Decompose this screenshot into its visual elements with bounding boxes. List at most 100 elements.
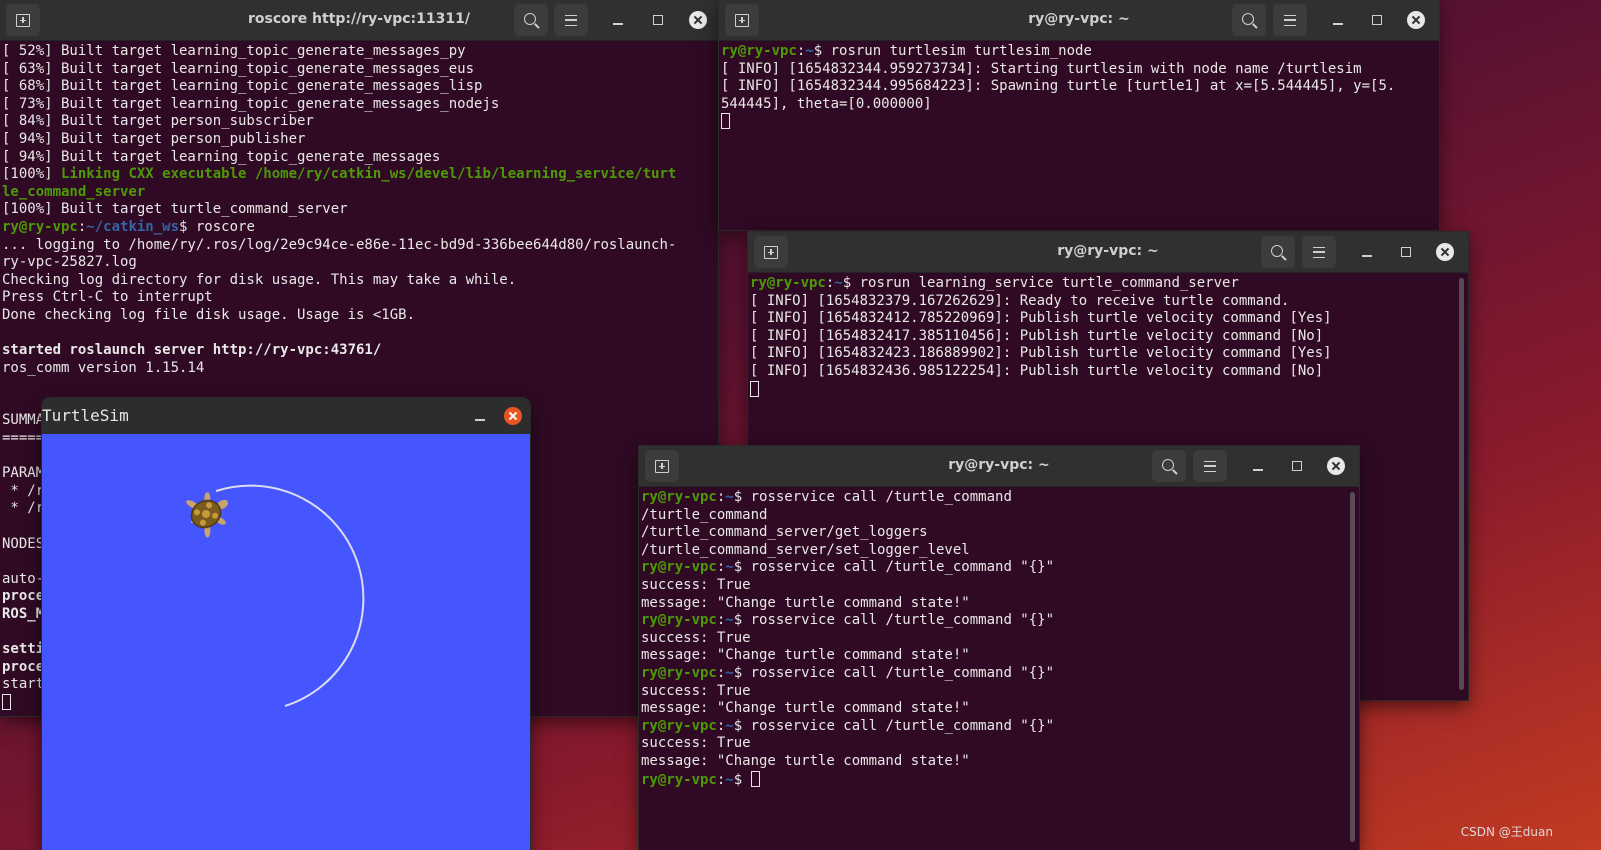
terminal-text: SUMMA — [2, 412, 45, 429]
terminal-text: ===== — [2, 430, 45, 447]
terminal-line: ... logging to /home/ry/.ros/log/2e9c94c… — [2, 237, 716, 255]
rosservice-terminal-window[interactable]: ry@ry-vpc: ~ ry@ry-vpc:~$ rosservice cal… — [639, 446, 1359, 850]
new-tab-icon — [764, 245, 778, 259]
menu-button[interactable] — [1273, 4, 1307, 36]
turtlesim-titlebar[interactable]: TurtleSim — [42, 398, 530, 434]
text-cursor — [750, 770, 760, 787]
terminal-text: setti — [2, 641, 45, 658]
terminal-output[interactable]: ry@ry-vpc:~$ rosrun learning_service tur… — [748, 273, 1468, 398]
terminal-line: Checking log directory for disk usage. T… — [2, 272, 716, 290]
terminal-line — [750, 380, 1466, 399]
terminal-line: 544445], theta=[0.000000] — [721, 96, 1437, 114]
terminal-line: [ INFO] [1654832379.167262629]: Ready to… — [750, 293, 1466, 311]
watermark: CSDN @王duan — [1460, 825, 1553, 839]
text-cursor — [2, 693, 11, 710]
search-button[interactable] — [1152, 450, 1186, 482]
terminal-line: /turtle_command_server/set_logger_level — [641, 542, 1357, 560]
titlebar[interactable]: ry@ry-vpc: ~ — [748, 232, 1468, 273]
maximize-icon — [1372, 15, 1382, 25]
hamburger-icon — [565, 14, 577, 26]
close-button[interactable] — [684, 4, 712, 36]
close-icon — [1407, 11, 1425, 29]
terminal-line: [100%] Linking CXX executable /home/ry/c… — [2, 166, 716, 184]
terminal-text: ~ — [725, 612, 734, 629]
new-tab-button[interactable] — [645, 450, 679, 482]
terminal-line: message: "Change turtle command state!" — [641, 753, 1357, 771]
close-button[interactable] — [499, 400, 527, 432]
terminal-text: [ INFO] [1654832344.995684223]: Spawning… — [721, 78, 1396, 95]
turtlesim-window[interactable]: TurtleSim — [42, 398, 530, 850]
terminal-text: $ rosservice call /turtle_command — [733, 489, 1012, 505]
turtlesim-node-terminal-window[interactable]: ry@ry-vpc: ~ ry@ry-vpc:~$ rosrun turtles… — [719, 0, 1439, 230]
menu-button[interactable] — [1193, 450, 1227, 482]
terminal-text: [ INFO] [1654832423.186889902]: Publish … — [750, 345, 1332, 362]
terminal-text: $ rosrun learning_service turtle_command… — [842, 275, 1239, 291]
scrollbar[interactable] — [1350, 492, 1355, 842]
minimize-button[interactable] — [604, 4, 632, 36]
new-tab-button[interactable] — [6, 4, 40, 36]
close-button[interactable] — [1322, 450, 1350, 482]
terminal-line: /turtle_command — [641, 507, 1357, 525]
terminal-text: [ 94%] Built target person_publisher — [2, 130, 306, 147]
terminal-text: ry@ry-vpc — [641, 559, 717, 576]
terminal-text: ~ — [725, 559, 734, 576]
maximize-icon — [1401, 247, 1411, 257]
terminal-output[interactable]: ry@ry-vpc:~$ rosservice call /turtle_com… — [639, 487, 1359, 788]
terminal-output[interactable]: ry@ry-vpc:~$ rosrun turtlesim turtlesim_… — [719, 41, 1439, 131]
terminal-line: ry@ry-vpc:~$ rosservice call /turtle_com… — [641, 559, 1357, 577]
titlebar[interactable]: ry@ry-vpc: ~ — [639, 446, 1359, 487]
terminal-line: [ INFO] [1654832344.995684223]: Spawning… — [721, 78, 1437, 96]
minimize-button[interactable] — [1353, 236, 1381, 268]
terminal-text: ROS_M — [2, 606, 45, 622]
terminal-line: ry@ry-vpc:~$ rosservice call /turtle_com… — [641, 665, 1357, 683]
terminal-line: [ 94%] Built target learning_topic_gener… — [2, 149, 716, 167]
hamburger-icon — [1284, 14, 1296, 26]
terminal-text: ry@ry-vpc — [641, 489, 717, 505]
terminal-text: [ 63%] Built target learning_topic_gener… — [2, 60, 475, 77]
new-tab-icon — [16, 13, 30, 27]
terminal-text: [100%] — [2, 166, 62, 183]
terminal-text: $ rosservice call /turtle_command "{}" — [733, 612, 1055, 629]
minimize-button[interactable] — [466, 400, 494, 432]
maximize-button[interactable] — [1363, 4, 1391, 36]
terminal-text: ros_comm version 1.15.14 — [2, 359, 205, 376]
terminal-text: ry@ry-vpc — [721, 43, 797, 59]
maximize-button[interactable] — [1283, 450, 1311, 482]
minimize-button[interactable] — [1324, 4, 1352, 36]
maximize-button[interactable] — [644, 4, 672, 36]
terminal-text: success: True — [641, 576, 751, 593]
close-button[interactable] — [1402, 4, 1430, 36]
turtlesim-title: TurtleSim — [42, 406, 129, 425]
titlebar[interactable]: ry@ry-vpc: ~ — [719, 0, 1439, 41]
terminal-line: [ 84%] Built target person_subscriber — [2, 113, 716, 131]
terminal-text: [ INFO] [1654832344.959273734]: Starting… — [721, 60, 1362, 77]
terminal-line: [ INFO] [1654832436.985122254]: Publish … — [750, 363, 1466, 381]
turtlesim-drawing — [42, 434, 530, 850]
terminal-text: ~ — [805, 43, 814, 59]
turtlesim-canvas — [42, 434, 530, 850]
new-tab-button[interactable] — [754, 236, 788, 268]
terminal-text: /turtle_command — [641, 506, 768, 523]
terminal-text: * /r — [2, 482, 45, 499]
terminal-text: ry@ry-vpc — [2, 218, 78, 235]
terminal-text: ~ — [725, 664, 734, 681]
terminal-line: [100%] Built target turtle_command_serve… — [2, 201, 716, 219]
terminal-line: /turtle_command_server/get_loggers — [641, 524, 1357, 542]
menu-button[interactable] — [554, 4, 588, 36]
search-button[interactable] — [1261, 236, 1295, 268]
terminal-text: $ rosrun turtlesim turtlesim_node — [813, 43, 1092, 59]
new-tab-button[interactable] — [725, 4, 759, 36]
close-button[interactable] — [1431, 236, 1459, 268]
search-button[interactable] — [514, 4, 548, 36]
scrollbar[interactable] — [1459, 278, 1464, 690]
terminal-text: $ rosservice call /turtle_command "{}" — [733, 664, 1055, 681]
terminal-text: [ INFO] [1654832412.785220969]: Publish … — [750, 310, 1332, 327]
maximize-icon — [1292, 461, 1302, 471]
maximize-button[interactable] — [1392, 236, 1420, 268]
search-button[interactable] — [1232, 4, 1266, 36]
new-tab-icon — [655, 459, 669, 473]
minimize-button[interactable] — [1244, 450, 1272, 482]
terminal-text: Linking CXX executable /home/ry/catkin_w… — [61, 166, 677, 183]
titlebar[interactable]: roscore http://ry-vpc:11311/ — [0, 0, 718, 41]
menu-button[interactable] — [1302, 236, 1336, 268]
